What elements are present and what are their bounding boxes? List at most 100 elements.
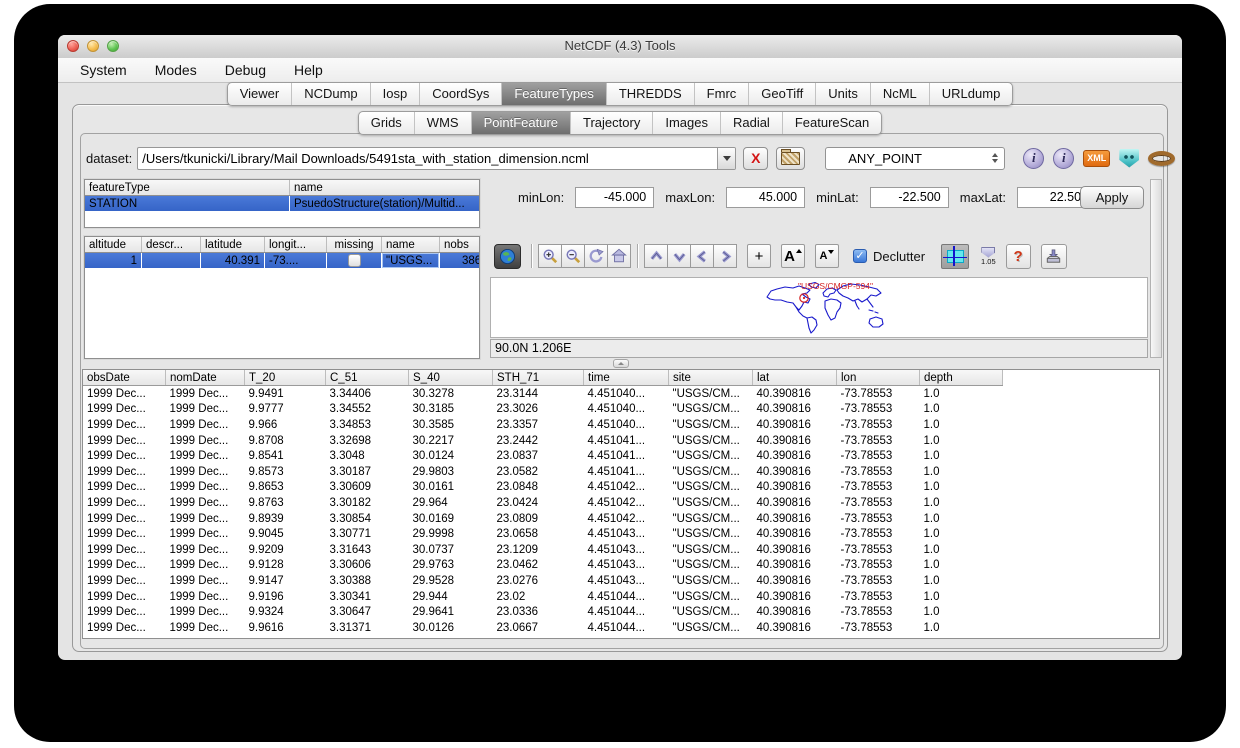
table-row[interactable]: 1 40.391-73.... "USGS...38606: [85, 252, 479, 268]
help-button[interactable]: ?: [1005, 243, 1031, 269]
redo-zoom-button[interactable]: [584, 244, 608, 268]
tab-trajectory[interactable]: Trajectory: [570, 112, 652, 134]
apply-button[interactable]: Apply: [1080, 186, 1144, 209]
feature-type-select[interactable]: ANY_POINT: [825, 146, 1006, 170]
save-image-button[interactable]: [1040, 243, 1067, 269]
close-button[interactable]: [67, 40, 79, 52]
declutter-checkbox[interactable]: ✓: [853, 249, 867, 263]
home-button[interactable]: [607, 244, 631, 268]
divider-collapse-handle[interactable]: [613, 358, 629, 368]
col-nobs[interactable]: nobs: [439, 237, 479, 253]
max-lon-field[interactable]: [726, 186, 806, 208]
table-row[interactable]: 1999 Dec... 1999 Dec... 9.8541 3.3048 30.012…: [83, 448, 1003, 464]
table-row[interactable]: 1999 Dec... 1999 Dec... 9.9491 3.34406 30.32…: [83, 386, 1003, 402]
table-row[interactable]: 1999 Dec... 1999 Dec... 9.8653 3.30609 30.01…: [83, 480, 1003, 496]
col-c-51[interactable]: C_51: [325, 370, 409, 386]
zoom-in-button[interactable]: [538, 244, 562, 268]
add-button[interactable]: +: [747, 244, 771, 268]
col-name[interactable]: name: [289, 180, 479, 196]
menu-help[interactable]: Help: [280, 59, 337, 82]
zoom-button[interactable]: [107, 40, 119, 52]
tab-fmrc[interactable]: Fmrc: [693, 83, 749, 105]
table-row[interactable]: 1999 Dec... 1999 Dec... 9.9777 3.34552 30.31…: [83, 402, 1003, 418]
missing-checkbox[interactable]: [347, 254, 361, 267]
min-lat-field[interactable]: [869, 186, 949, 208]
table-row[interactable]: 1999 Dec... 1999 Dec... 9.9128 3.30606 29.97…: [83, 558, 1003, 574]
font-decrease-button[interactable]: A: [815, 244, 839, 268]
table-row[interactable]: 1999 Dec... 1999 Dec... 9.8573 3.30187 29.98…: [83, 464, 1003, 480]
tab-featuretypes[interactable]: FeatureTypes: [501, 83, 606, 105]
pan-right-button[interactable]: [713, 244, 737, 268]
dataset-dropdown-button[interactable]: [717, 147, 736, 169]
table-row[interactable]: 1999 Dec... 1999 Dec... 9.9196 3.30341 29.94…: [83, 589, 1003, 605]
col-name[interactable]: name: [381, 237, 440, 253]
reference-box-button[interactable]: [941, 243, 970, 269]
map-canvas[interactable]: "USGS/CMGP-594": [490, 277, 1148, 338]
clear-dataset-button[interactable]: X: [743, 146, 769, 170]
info-button[interactable]: i: [1023, 147, 1045, 169]
tab-ncdump[interactable]: NCDump: [291, 83, 369, 105]
pan-left-button[interactable]: [690, 244, 714, 268]
pan-down-button[interactable]: [667, 244, 691, 268]
col-s-40[interactable]: S_40: [408, 370, 493, 386]
col-lon[interactable]: lon: [836, 370, 920, 386]
tab-units[interactable]: Units: [815, 83, 870, 105]
dataset-input[interactable]: [138, 147, 718, 169]
col-latitude[interactable]: latitude: [200, 237, 265, 253]
table-row[interactable]: 1999 Dec... 1999 Dec... 9.9147 3.30388 29.95…: [83, 573, 1003, 589]
globe-projection-button[interactable]: [494, 243, 521, 269]
table-row[interactable]: 1999 Dec... 1999 Dec... 9.966 3.34853 30.358…: [83, 417, 1003, 433]
pan-up-button[interactable]: [644, 244, 668, 268]
map-scale-button[interactable]: 1.05: [981, 246, 996, 266]
col-longit[interactable]: longit...: [264, 237, 327, 253]
tab-geotiff[interactable]: GeoTiff: [748, 83, 815, 105]
tab-grids[interactable]: Grids: [359, 112, 414, 134]
tab-viewer[interactable]: Viewer: [228, 83, 292, 105]
col-lat[interactable]: lat: [752, 370, 837, 386]
table-row[interactable]: 1999 Dec... 1999 Dec... 9.9616 3.31371 30.01…: [83, 620, 1003, 636]
tab-thredds[interactable]: THREDDS: [605, 83, 694, 105]
tab-wms[interactable]: WMS: [413, 112, 471, 134]
tab-iosp[interactable]: Iosp: [369, 83, 420, 105]
col-depth[interactable]: depth: [919, 370, 1003, 386]
info2-button[interactable]: i: [1053, 147, 1075, 169]
zoom-out-button[interactable]: [561, 244, 585, 268]
table-row[interactable]: STATION PsuedoStructure(station)/Multid..…: [85, 195, 479, 211]
menu-debug[interactable]: Debug: [211, 59, 280, 82]
tab-images[interactable]: Images: [652, 112, 720, 134]
shield-badge-icon[interactable]: [1119, 148, 1140, 168]
tab-radial[interactable]: Radial: [719, 112, 782, 134]
split-pane-divider[interactable]: [82, 358, 1160, 368]
col-descr[interactable]: descr...: [141, 237, 201, 253]
tab-urldump[interactable]: URLdump: [928, 83, 1013, 105]
minimize-button[interactable]: [87, 40, 99, 52]
col-featuretype[interactable]: featureType: [85, 180, 290, 196]
table-row[interactable]: 1999 Dec... 1999 Dec... 9.8763 3.30182 29.96…: [83, 495, 1003, 511]
col-time[interactable]: time: [583, 370, 669, 386]
menu-system[interactable]: System: [66, 59, 141, 82]
col-t-20[interactable]: T_20: [244, 370, 326, 386]
table-row[interactable]: 1999 Dec... 1999 Dec... 9.9209 3.31643 30.07…: [83, 542, 1003, 558]
ring-icon[interactable]: [1148, 150, 1176, 166]
menu-modes[interactable]: Modes: [141, 59, 211, 82]
col-missing[interactable]: missing: [326, 237, 382, 253]
open-file-button[interactable]: [776, 146, 806, 170]
col-site[interactable]: site: [668, 370, 753, 386]
font-increase-button[interactable]: A: [781, 244, 805, 268]
map-panel-scrollbar[interactable]: [1150, 179, 1162, 358]
tab-featurescan[interactable]: FeatureScan: [781, 112, 881, 134]
table-row[interactable]: 1999 Dec... 1999 Dec... 9.9324 3.30647 29.96…: [83, 604, 1003, 620]
min-lon-field[interactable]: [575, 186, 655, 208]
tab-coordsys[interactable]: CoordSys: [419, 83, 501, 105]
table-row[interactable]: 1999 Dec... 1999 Dec... 9.8939 3.30854 30.01…: [83, 511, 1003, 527]
dataset-combobox[interactable]: [137, 146, 737, 170]
col-sth-71[interactable]: STH_71: [492, 370, 584, 386]
tab-pointfeature[interactable]: PointFeature: [470, 112, 571, 134]
col-obsdate[interactable]: obsDate: [83, 370, 166, 386]
tab-ncml[interactable]: NcML: [869, 83, 929, 105]
col-nomdate[interactable]: nomDate: [165, 370, 245, 386]
table-row[interactable]: 1999 Dec... 1999 Dec... 9.8708 3.32698 30.22…: [83, 433, 1003, 449]
col-altitude[interactable]: altitude: [85, 237, 142, 253]
xml-button[interactable]: XML: [1083, 149, 1111, 167]
table-row[interactable]: 1999 Dec... 1999 Dec... 9.9045 3.30771 29.99…: [83, 526, 1003, 542]
